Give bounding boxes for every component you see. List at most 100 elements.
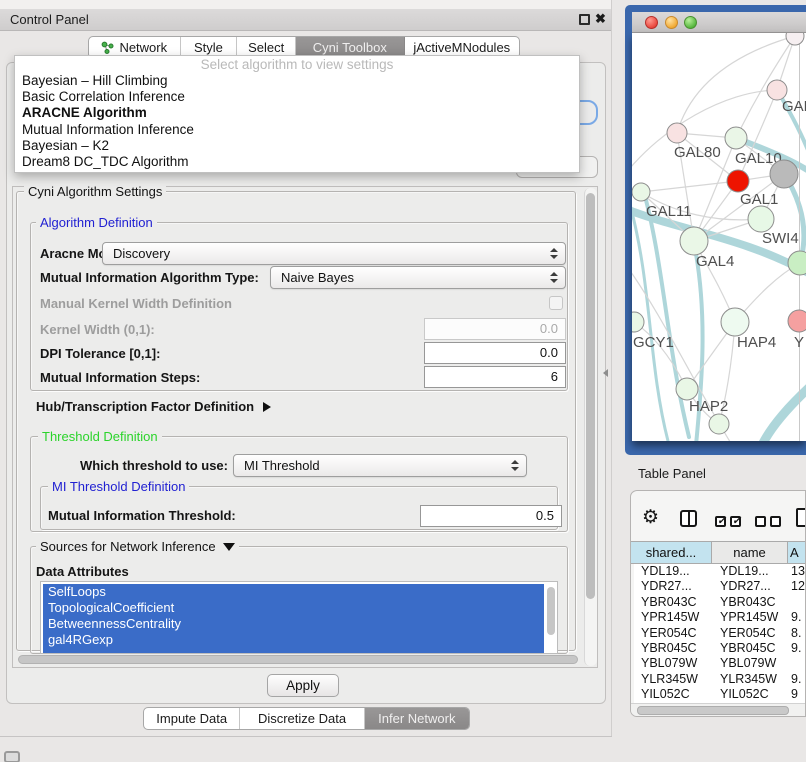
settings-vertical-scrollbar-thumb[interactable] — [586, 193, 595, 599]
network-node[interactable] — [632, 312, 644, 332]
table-cell[interactable]: YBR045C — [634, 641, 712, 656]
window-minimize-icon[interactable] — [665, 16, 678, 29]
table-cell[interactable]: YDR27... — [712, 579, 788, 594]
network-node[interactable] — [676, 378, 698, 400]
table-cell[interactable]: YBR045C — [712, 641, 788, 656]
document-icon[interactable] — [796, 508, 806, 527]
deselect-all-checks-icon[interactable] — [755, 514, 785, 532]
table-cell[interactable]: 9. — [788, 610, 806, 625]
table-cell[interactable]: YIL052C — [634, 687, 712, 702]
attribute-item-selected[interactable]: TopologicalCoefficient — [43, 600, 544, 616]
network-node[interactable] — [770, 160, 798, 188]
mi-steps-field[interactable]: 6 — [424, 366, 566, 388]
network-node[interactable] — [709, 414, 729, 434]
network-node[interactable] — [727, 170, 749, 192]
table-row[interactable]: YBL079WYBL079W — [634, 656, 806, 671]
kernel-width-field[interactable]: 0.0 — [424, 318, 566, 340]
table-horizontal-scrollbar-thumb[interactable] — [637, 706, 789, 715]
expand-right-icon[interactable] — [263, 402, 271, 412]
table-row[interactable]: YER054CYER054C8. — [634, 626, 806, 641]
table-cell[interactable] — [788, 595, 806, 610]
table-row[interactable]: YDR27...YDR27...12 — [634, 579, 806, 594]
table-cell[interactable]: 9. — [788, 641, 806, 656]
table-cell[interactable]: 12 — [788, 579, 806, 594]
network-node[interactable] — [786, 33, 804, 45]
network-view-canvas[interactable]: GALGAL80GAL10GAL1GAL11GAL4SWI4GCY1HAP4YH… — [632, 33, 806, 441]
table-cell[interactable]: 13 — [788, 564, 806, 579]
network-node[interactable] — [721, 308, 749, 336]
table-cell[interactable] — [788, 656, 806, 671]
algorithm-option[interactable]: Dream8 DC_TDC Algorithm — [15, 154, 579, 170]
table-cell[interactable]: YER054C — [712, 626, 788, 641]
manual-kernel-checkbox[interactable] — [549, 296, 563, 310]
network-window-titlebar[interactable] — [632, 12, 806, 33]
table-cell[interactable]: YBL079W — [712, 656, 788, 671]
network-node[interactable] — [725, 127, 747, 149]
aracne-mode-select[interactable]: Discovery — [102, 242, 566, 265]
data-attributes-list[interactable]: SelfLoops TopologicalCoefficient Between… — [40, 581, 558, 654]
select-all-checks-icon[interactable] — [715, 514, 745, 532]
network-node[interactable] — [632, 183, 650, 201]
table-row[interactable]: YIL052CYIL052C9 — [634, 687, 806, 702]
column-header-shared-name[interactable]: shared... — [631, 542, 712, 563]
table-row[interactable]: YBR045CYBR045C9. — [634, 641, 806, 656]
attributes-scrollbar-thumb[interactable] — [547, 587, 555, 635]
table-cell[interactable]: YPR145W — [634, 610, 712, 625]
algorithm-option[interactable]: Basic Correlation Inference — [15, 89, 579, 105]
table-cell[interactable]: YIL052C — [712, 687, 788, 702]
table-cell[interactable]: 8. — [788, 626, 806, 641]
mi-type-select[interactable]: Naive Bayes — [270, 266, 566, 289]
algorithm-option[interactable]: Bayesian – Hill Climbing — [15, 73, 579, 89]
table-cell[interactable]: YDL19... — [634, 564, 712, 579]
collapse-down-icon[interactable] — [223, 543, 235, 551]
apply-button[interactable]: Apply — [267, 674, 339, 697]
table-cell[interactable]: YBR043C — [634, 595, 712, 610]
network-node[interactable] — [788, 310, 806, 332]
attribute-item-selected[interactable]: gal4RGexp — [43, 632, 544, 648]
table-cell[interactable]: YBR043C — [712, 595, 788, 610]
collapsed-panel-icon[interactable] — [4, 751, 20, 762]
panel-divider-arrow-icon[interactable] — [603, 369, 608, 377]
table-cell[interactable]: YER054C — [634, 626, 712, 641]
table-cell[interactable]: YLR345W — [712, 672, 788, 687]
table-cell[interactable]: YPR145W — [712, 610, 788, 625]
tab-discretize-data[interactable]: Discretize Data — [240, 708, 364, 729]
mi-threshold-field[interactable]: 0.5 — [420, 505, 562, 527]
column-header-partial[interactable]: A — [788, 542, 806, 563]
sources-group-header[interactable]: Sources for Network Inference — [36, 539, 239, 554]
table-row[interactable]: YDL19...YDL19...13 — [634, 564, 806, 579]
which-threshold-select[interactable]: MI Threshold — [233, 454, 527, 477]
dpi-tolerance-field[interactable]: 0.0 — [424, 342, 566, 364]
algorithm-option[interactable]: Bayesian – K2 — [15, 138, 579, 154]
network-edge[interactable] — [641, 181, 738, 192]
attribute-item-selected[interactable]: SelfLoops — [43, 584, 544, 600]
network-edge[interactable] — [634, 322, 687, 389]
table-cell[interactable]: YBL079W — [634, 656, 712, 671]
network-node[interactable] — [748, 206, 774, 232]
tab-infer-network[interactable]: Infer Network — [365, 708, 469, 729]
window-close-icon[interactable] — [645, 16, 658, 29]
table-row[interactable]: YBR043CYBR043C — [634, 595, 806, 610]
table-cell[interactable]: YLR345W — [634, 672, 712, 687]
network-node[interactable] — [667, 123, 687, 143]
network-node[interactable] — [788, 251, 806, 275]
network-node[interactable] — [680, 227, 708, 255]
network-node[interactable] — [767, 80, 787, 100]
table-cell[interactable]: YDL19... — [712, 564, 788, 579]
table-row[interactable]: YLR345WYLR345W9. — [634, 672, 806, 687]
table-row[interactable]: YPR145WYPR145W9. — [634, 610, 806, 625]
table-cell[interactable]: YDR27... — [634, 579, 712, 594]
window-zoom-icon[interactable] — [684, 16, 697, 29]
gear-icon[interactable]: ⚙ — [642, 508, 659, 527]
hub-definition-section[interactable]: Hub/Transcription Factor Definition — [36, 399, 271, 414]
attributes-scrollbar[interactable] — [546, 585, 555, 650]
table-horizontal-scrollbar[interactable] — [631, 703, 806, 716]
float-window-icon[interactable] — [579, 14, 590, 25]
settings-horizontal-scrollbar-thumb[interactable] — [18, 655, 578, 664]
tab-impute-data[interactable]: Impute Data — [144, 708, 240, 729]
algorithm-option[interactable]: Mutual Information Inference — [15, 122, 579, 138]
table-cell[interactable]: 9 — [788, 687, 806, 702]
column-header-name[interactable]: name — [712, 542, 788, 563]
attribute-item-selected[interactable]: BetweennessCentrality — [43, 616, 544, 632]
algorithm-option-highlighted[interactable]: ARACNE Algorithm — [15, 105, 579, 121]
